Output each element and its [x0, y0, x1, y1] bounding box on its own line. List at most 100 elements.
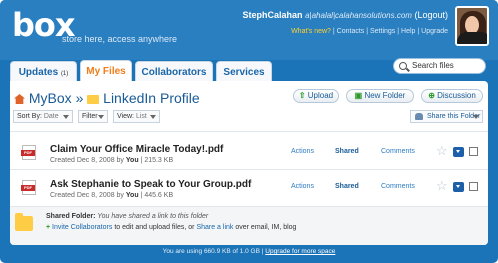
new-folder-button[interactable]: ▣ New Folder [346, 89, 414, 103]
tab-services[interactable]: Services [216, 61, 272, 83]
file-menu-dropdown-button[interactable] [453, 182, 464, 192]
upload-arrow-icon: ⇧ [298, 91, 306, 100]
shared-folder-icon [15, 213, 33, 231]
folder-icon [87, 95, 100, 104]
user-name: StephCalahan [242, 10, 303, 20]
file-shared-link[interactable]: Shared [335, 148, 359, 155]
breadcrumb-root[interactable]: MyBox [29, 90, 72, 106]
tab-updates[interactable]: Updates (1) [10, 61, 77, 83]
breadcrumb: MyBox » LinkedIn Profile [14, 90, 200, 106]
people-icon [415, 113, 423, 120]
box-app-window: box store here, access anywhere StephCal… [0, 0, 498, 263]
view-toolbar: Sort By: Date Filter View: List Share th… [10, 109, 488, 125]
file-select-checkbox[interactable] [469, 182, 478, 191]
file-created: Created Dec 8, 2008 by [50, 157, 124, 164]
chevron-down-icon [150, 115, 156, 119]
star-icon[interactable]: ☆ [436, 179, 448, 192]
shared-folder-mid-text: to edit and upload files, or [114, 224, 195, 231]
search-input[interactable]: Search files [393, 58, 486, 74]
pdf-icon: PDF [21, 145, 36, 160]
file-owner: You [125, 192, 139, 199]
shared-folder-status: Shared Folder: You have shared a link to… [46, 213, 208, 220]
view-select[interactable]: View: List [113, 110, 160, 123]
view-label: View: [117, 113, 134, 120]
file-created: Created Dec 8, 2008 by [50, 192, 124, 199]
share-folder-button[interactable]: Share this Folder [410, 110, 483, 123]
file-meta: Created Dec 8, 2008 by You | 215.3 KB [50, 157, 173, 164]
file-actions-link[interactable]: Actions [291, 183, 314, 190]
search-placeholder: Search files [412, 61, 454, 70]
file-comments-link[interactable]: Comments [381, 148, 415, 155]
file-row[interactable]: PDF Claim Your Office Miracle Today!.pdf… [10, 139, 488, 173]
share-link-link[interactable]: Share a link [196, 224, 233, 231]
file-actions-link[interactable]: Actions [291, 148, 314, 155]
star-icon[interactable]: ☆ [436, 144, 448, 157]
file-shared-link[interactable]: Shared [335, 183, 359, 190]
pdf-badge: PDF [21, 185, 35, 191]
contacts-link[interactable]: Contacts [337, 28, 365, 35]
upgrade-space-link[interactable]: Upgrade for more space [265, 248, 335, 255]
footer: You are using 660.9 KB of 1.0 GB | Upgra… [0, 246, 498, 263]
file-name[interactable]: Claim Your Office Miracle Today!.pdf [50, 144, 223, 155]
home-icon [14, 94, 25, 104]
top-links: What's new? | Contacts | Settings | Help… [291, 28, 448, 35]
filter-label: Filter [82, 113, 98, 120]
user-line: StephCalahan a|ahalal|calahansolutions.c… [243, 10, 448, 20]
shared-folder-tail-text: over email, IM, blog [235, 224, 297, 231]
new-folder-icon: ▣ [354, 91, 363, 100]
tab-services-label: Services [223, 67, 265, 78]
file-panel: MyBox » LinkedIn Profile ⇧ Upload ▣ New … [10, 81, 488, 245]
tab-my-files-label: My Files [86, 66, 126, 77]
search-icon [399, 62, 407, 70]
file-comments-link[interactable]: Comments [381, 183, 415, 190]
discussion-button[interactable]: ⊕ Discussion [421, 89, 483, 103]
pdf-icon: PDF [21, 180, 36, 195]
chevron-down-icon [473, 115, 479, 119]
discussion-label: Discussion [437, 91, 476, 100]
settings-link[interactable]: Settings [370, 28, 395, 35]
tab-collaborators-label: Collaborators [141, 67, 207, 78]
file-select-checkbox[interactable] [469, 147, 478, 156]
upgrade-link[interactable]: Upgrade [421, 28, 448, 35]
header: box store here, access anywhere StephCal… [0, 0, 498, 60]
avatar[interactable] [455, 6, 489, 46]
tab-updates-label: Updates [18, 67, 59, 78]
chevron-down-icon [98, 115, 104, 119]
tab-my-files[interactable]: My Files [80, 60, 132, 83]
plus-icon: + [46, 224, 51, 231]
storage-usage: You are using 660.9 KB of 1.0 GB [162, 248, 260, 255]
chevron-down-icon [63, 115, 69, 119]
user-email: a|ahalal|calahansolutions.com [305, 11, 412, 20]
new-folder-label: New Folder [364, 91, 406, 100]
breadcrumb-separator: » [75, 90, 84, 106]
whats-new-link[interactable]: What's new? [291, 28, 331, 35]
shared-folder-desc: You have shared a link to this folder [97, 213, 209, 220]
avatar-shirt [457, 32, 487, 44]
shared-folder-label: Shared Folder: [46, 213, 96, 220]
upload-button[interactable]: ⇧ Upload [293, 89, 339, 103]
tab-updates-count: (1) [60, 71, 69, 77]
divider [10, 131, 488, 132]
upload-label: Upload [307, 91, 334, 100]
sort-by-select[interactable]: Sort By: Date [13, 110, 73, 123]
file-size: 215.3 KB [144, 157, 174, 164]
file-row[interactable]: PDF Ask Stephanie to Speak to Your Group… [10, 174, 488, 208]
discussion-add-icon: ⊕ [428, 91, 435, 100]
breadcrumb-current-folder: LinkedIn Profile [103, 90, 200, 106]
file-owner: You [125, 157, 139, 164]
view-value: List [135, 113, 147, 120]
pdf-badge: PDF [21, 150, 35, 156]
sort-by-label: Sort By: [17, 113, 42, 120]
tagline: store here, access anywhere [62, 34, 178, 44]
shared-folder-bar: Shared Folder: You have shared a link to… [10, 206, 488, 245]
file-meta: Created Dec 8, 2008 by You | 445.6 KB [50, 192, 173, 199]
file-name[interactable]: Ask Stephanie to Speak to Your Group.pdf [50, 179, 251, 190]
divider [10, 169, 488, 170]
help-link[interactable]: Help [401, 28, 415, 35]
invite-collaborators-link[interactable]: Invite Collaborators [52, 224, 112, 231]
logout-link[interactable]: (Logout) [414, 10, 448, 20]
file-size: 445.6 KB [144, 192, 174, 199]
file-menu-dropdown-button[interactable] [453, 147, 464, 157]
tab-collaborators[interactable]: Collaborators [135, 61, 213, 83]
filter-select[interactable]: Filter [78, 110, 108, 123]
